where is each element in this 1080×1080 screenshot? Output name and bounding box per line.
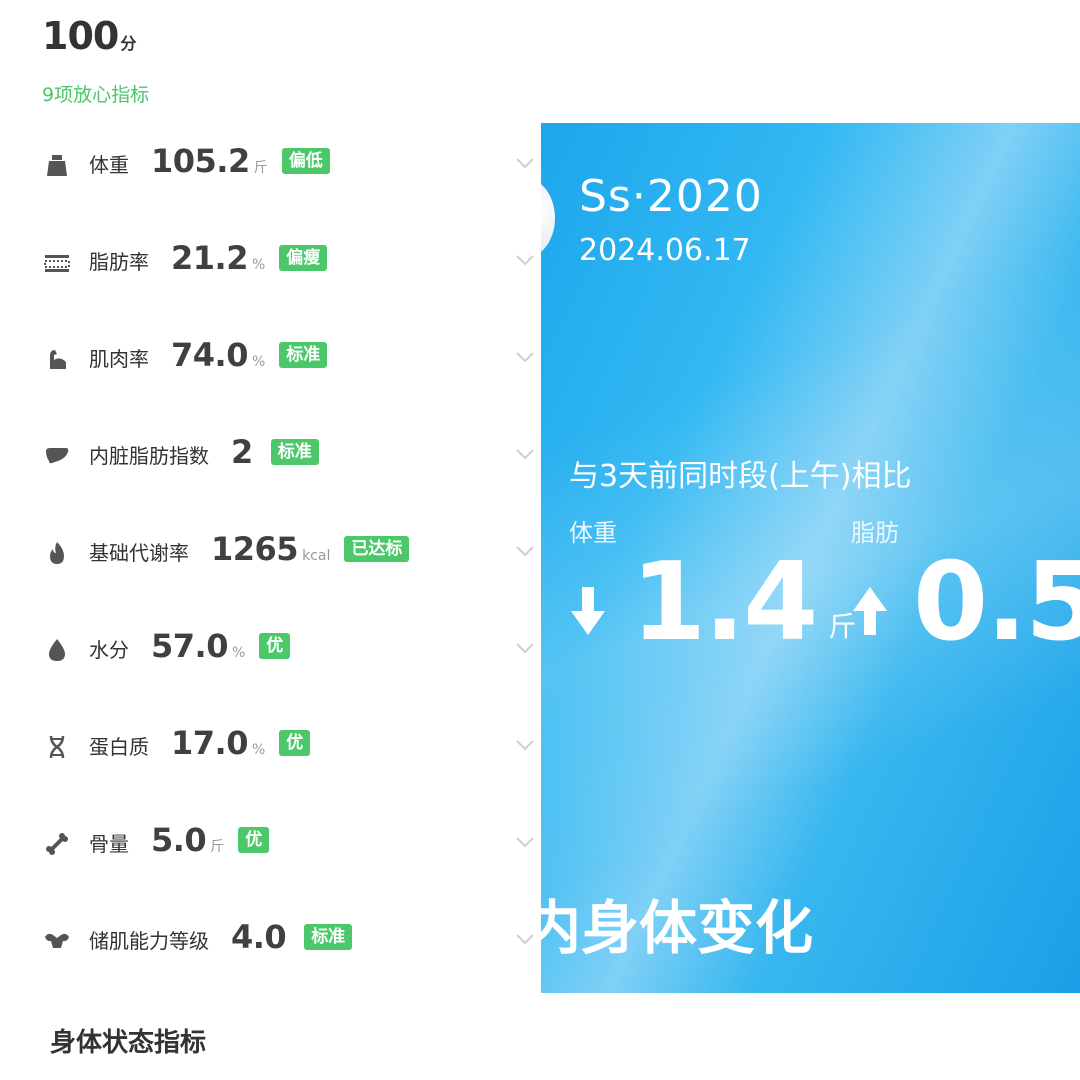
- comparison-text: 与3天前同时段(上午)相比: [569, 459, 912, 494]
- arrow-down-icon: [569, 585, 607, 637]
- dna-icon: [44, 734, 70, 760]
- weight-change: 1.4 斤: [569, 540, 856, 665]
- metric-name: 脂肪率: [89, 250, 149, 274]
- chevron-down-icon[interactable]: [514, 156, 536, 170]
- metric-name: 内脏脂肪指数: [89, 444, 209, 468]
- metric-value: 5.0: [151, 821, 207, 859]
- metric-name: 骨量: [89, 832, 129, 856]
- fat-change: 0.5 %: [851, 540, 1080, 665]
- metric-row-visceral-fat[interactable]: 内脏脂肪指数 2 标准: [0, 407, 560, 504]
- status-badge: 标准: [270, 439, 319, 465]
- metric-row-bmr[interactable]: 基础代谢率 1265 kcal 已达标: [0, 504, 560, 601]
- score-subtitle: 9项放心指标: [42, 84, 150, 106]
- water-drop-icon: [44, 637, 70, 663]
- metric-name: 肌肉率: [89, 347, 149, 371]
- weight-change-label: 体重: [569, 519, 617, 547]
- metric-row-bone[interactable]: 骨量 5.0 斤 优: [0, 795, 560, 892]
- visceral-fat-icon: [44, 443, 70, 469]
- metric-unit: %: [251, 742, 266, 758]
- chevron-down-icon[interactable]: [514, 544, 536, 558]
- metric-name: 蛋白质: [89, 735, 149, 759]
- weight-change-value: 1.4: [631, 540, 818, 665]
- chevron-down-icon[interactable]: [514, 350, 536, 364]
- muscle-icon: [44, 346, 70, 372]
- metric-value: 105.2: [151, 142, 250, 180]
- metric-value: 1265: [211, 530, 299, 568]
- bone-icon: [44, 831, 70, 857]
- status-badge: 优: [259, 633, 291, 659]
- metric-name: 水分: [89, 638, 129, 662]
- metric-value: 57.0: [151, 627, 228, 665]
- metric-name: 体重: [89, 153, 129, 177]
- metric-unit: kcal: [302, 548, 331, 564]
- score-value: 100: [42, 14, 119, 58]
- metric-name: 储肌能力等级: [89, 929, 209, 953]
- metric-unit: 斤: [253, 160, 268, 176]
- chevron-down-icon[interactable]: [514, 835, 536, 849]
- card-caption: 内身体变化: [541, 894, 814, 962]
- status-badge: 偏低: [281, 148, 330, 174]
- chevron-down-icon[interactable]: [514, 253, 536, 267]
- metric-value: 4.0: [231, 918, 287, 956]
- status-badge: 已达标: [344, 536, 410, 562]
- metric-value: 74.0: [171, 336, 248, 374]
- metric-name: 基础代谢率: [89, 541, 189, 565]
- comparison-card: Ss·2020 2024.06.17 与3天前同时段(上午)相比 体重 1.4 …: [541, 123, 1080, 993]
- metric-value: 17.0: [171, 724, 248, 762]
- status-badge: 优: [279, 730, 311, 756]
- card-date: 2024.06.17: [579, 233, 751, 268]
- chevron-down-icon[interactable]: [514, 447, 536, 461]
- body-fat-icon: [44, 249, 70, 275]
- weight-icon: [44, 152, 70, 178]
- metric-unit: %: [251, 257, 266, 273]
- metric-value: 2: [231, 433, 253, 471]
- metric-row-water[interactable]: 水分 57.0 % 优: [0, 601, 560, 698]
- score-unit: 分: [120, 34, 137, 53]
- status-badge: 偏瘦: [279, 245, 328, 271]
- card-username: Ss·2020: [579, 171, 763, 222]
- status-badge: 优: [238, 827, 270, 853]
- section-title: 身体状态指标: [50, 1028, 207, 1058]
- fat-change-label: 脂肪: [851, 519, 899, 547]
- metric-row-muscle[interactable]: 肌肉率 74.0 % 标准: [0, 310, 560, 407]
- muscle-storage-icon: [44, 928, 70, 954]
- flame-icon: [44, 540, 70, 566]
- metric-row-body-fat[interactable]: 脂肪率 21.2 % 偏瘦: [0, 213, 560, 310]
- metric-row-weight[interactable]: 体重 105.2 斤 偏低: [0, 116, 560, 213]
- metric-list: 体重 105.2 斤 偏低 脂肪率 21.2 % 偏瘦 肌肉率 74.0 % 标…: [0, 116, 560, 989]
- chevron-down-icon[interactable]: [514, 738, 536, 752]
- metric-unit: 斤: [210, 839, 225, 855]
- score-display: 100 分: [42, 14, 136, 58]
- metric-unit: %: [231, 645, 246, 661]
- status-badge: 标准: [279, 342, 328, 368]
- metric-row-protein[interactable]: 蛋白质 17.0 % 优: [0, 698, 560, 795]
- metric-unit: %: [251, 354, 266, 370]
- arrow-up-icon: [851, 585, 889, 637]
- chevron-down-icon[interactable]: [514, 641, 536, 655]
- metric-row-muscle-storage[interactable]: 储肌能力等级 4.0 标准: [0, 892, 560, 989]
- metric-value: 21.2: [171, 239, 248, 277]
- fat-change-value: 0.5: [913, 540, 1080, 665]
- status-badge: 标准: [304, 924, 353, 950]
- chevron-down-icon[interactable]: [514, 932, 536, 946]
